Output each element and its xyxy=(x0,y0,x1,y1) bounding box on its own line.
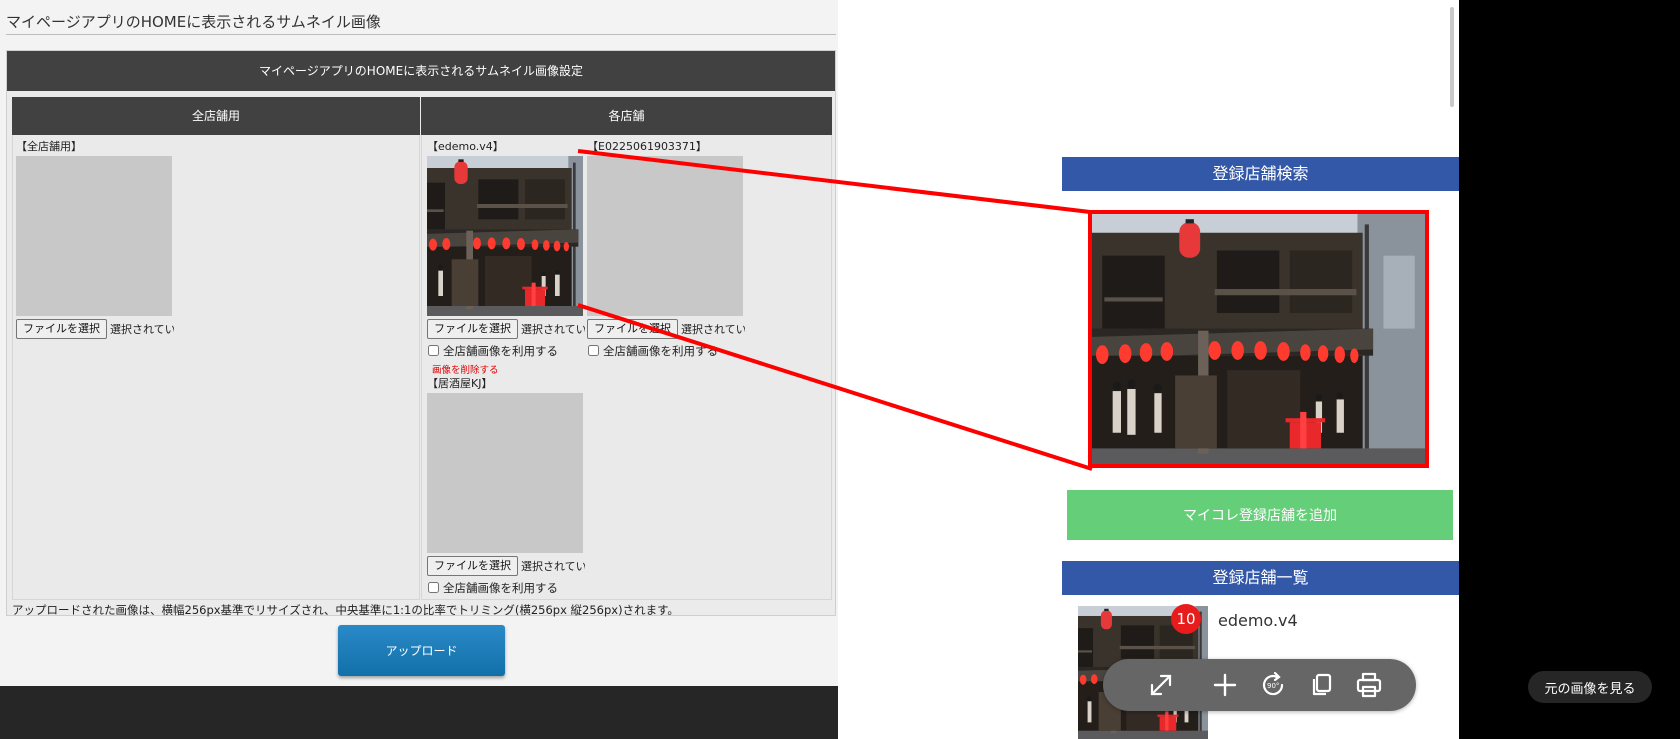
store-slot-edemo-v4: 【edemo.v4】 ファイルを選択 選択されてい 全店舗画像を利用する 画像を… xyxy=(427,139,587,376)
settings-header: マイページアプリのHOMEに表示されるサムネイル画像設定 xyxy=(7,51,835,91)
store-thumbnail-image xyxy=(427,156,583,316)
store-slot-izakaya-kj: 【居酒屋KJ】 ファイルを選択 選択されてい 全店舗画像を利用する xyxy=(427,376,587,596)
all-stores-column-header: 全店舗用 xyxy=(12,97,420,135)
all-store-image-slot: 【全店舗用】 ファイルを選択 選択されてい xyxy=(16,139,176,340)
all-stores-column: 【全店舗用】 ファイルを選択 選択されてい xyxy=(12,135,420,600)
choose-file-button[interactable]: ファイルを選択 xyxy=(587,319,678,339)
slot-label: 【E0225061903371】 xyxy=(587,140,707,153)
image-placeholder xyxy=(16,156,172,316)
checkbox-label: 全店舗画像を利用する xyxy=(443,343,558,358)
image-placeholder xyxy=(587,156,743,316)
checkbox-label: 全店舗画像を利用する xyxy=(603,343,718,358)
file-input: ファイルを選択 選択されてい xyxy=(587,318,747,340)
file-status: 選択されてい xyxy=(681,323,745,336)
file-status: 選択されてい xyxy=(521,560,585,573)
slot-label: 【edemo.v4】 xyxy=(427,140,504,153)
thumbnail-settings-box: マイページアプリのHOMEに表示されるサムネイル画像設定 全店舗用 各店舗 【全… xyxy=(6,50,836,617)
file-input: ファイルを選択 選択されてい xyxy=(16,318,176,340)
file-status: 選択されてい xyxy=(110,323,174,336)
store-list-name[interactable]: edemo.v4 xyxy=(1218,611,1298,630)
choose-file-button[interactable]: ファイルを選択 xyxy=(16,319,107,339)
store-photo xyxy=(1092,214,1425,464)
checkbox-label: 全店舗画像を利用する xyxy=(443,580,558,595)
view-original-image-button[interactable]: 元の画像を見る xyxy=(1528,671,1652,703)
resize-note: アップロードされた画像は、横幅256px基準でリサイズされ、中央基準に1:1の比… xyxy=(12,603,679,617)
admin-panel: マイページアプリのHOMEに表示されるサムネイル画像 マイページアプリのHOME… xyxy=(0,0,838,739)
highlighted-thumbnail xyxy=(1088,210,1429,468)
file-input: ファイルを選択 選択されてい xyxy=(427,318,587,340)
store-list-section-header: 登録店舗一覧 xyxy=(1062,561,1459,595)
notification-badge: 10 xyxy=(1171,604,1201,634)
title-divider xyxy=(6,34,836,35)
use-all-store-image-checkbox[interactable] xyxy=(588,345,599,356)
scrollbar[interactable] xyxy=(1450,7,1454,107)
rotate-90-icon[interactable]: 90° xyxy=(1249,659,1297,711)
expand-icon[interactable] xyxy=(1137,659,1185,711)
choose-file-button[interactable]: ファイルを選択 xyxy=(427,556,518,576)
each-store-column-header: 各店舗 xyxy=(421,97,832,135)
image-placeholder xyxy=(427,393,583,553)
screen: マイページアプリのHOMEに表示されるサムネイル画像 マイページアプリのHOME… xyxy=(0,0,1680,739)
zoom-in-icon[interactable] xyxy=(1201,659,1249,711)
each-store-column: 【edemo.v4】 ファイルを選択 選択されてい 全店舗画像を利用する 画像を… xyxy=(421,135,832,600)
use-all-store-image-option[interactable]: 全店舗画像を利用する xyxy=(427,579,587,596)
use-all-store-image-checkbox[interactable] xyxy=(428,582,439,593)
use-all-store-image-option[interactable]: 全店舗画像を利用する xyxy=(427,342,587,359)
app-preview: 登録店舗検索 マイコレ登録店舗を追加 登録店舗一覧 10 edemo.v4 xyxy=(838,0,1459,739)
file-status: 選択されてい xyxy=(521,323,585,336)
choose-file-button[interactable]: ファイルを選択 xyxy=(427,319,518,339)
store-slot-e0225061903371: 【E0225061903371】 ファイルを選択 選択されてい 全店舗画像を利用… xyxy=(587,139,747,359)
file-input: ファイルを選択 選択されてい xyxy=(427,555,587,577)
print-icon[interactable] xyxy=(1345,659,1393,711)
page-title: マイページアプリのHOMEに表示されるサムネイル画像 xyxy=(6,13,381,31)
store-search-section-header: 登録店舗検索 xyxy=(1062,157,1459,191)
admin-footer xyxy=(0,686,838,739)
copy-icon[interactable] xyxy=(1297,659,1345,711)
delete-image-link[interactable]: 画像を削除する xyxy=(432,362,587,376)
upload-button[interactable]: アップロード xyxy=(338,625,505,676)
use-all-store-image-checkbox[interactable] xyxy=(428,345,439,356)
rotate-label: 90° xyxy=(1267,682,1279,690)
add-registered-store-button[interactable]: マイコレ登録店舗を追加 xyxy=(1067,490,1453,540)
slot-label: 【居酒屋KJ】 xyxy=(427,377,493,390)
image-viewer-toolbar: 90° xyxy=(1103,659,1416,711)
slot-label: 【全店舗用】 xyxy=(16,140,82,153)
use-all-store-image-option[interactable]: 全店舗画像を利用する xyxy=(587,342,747,359)
